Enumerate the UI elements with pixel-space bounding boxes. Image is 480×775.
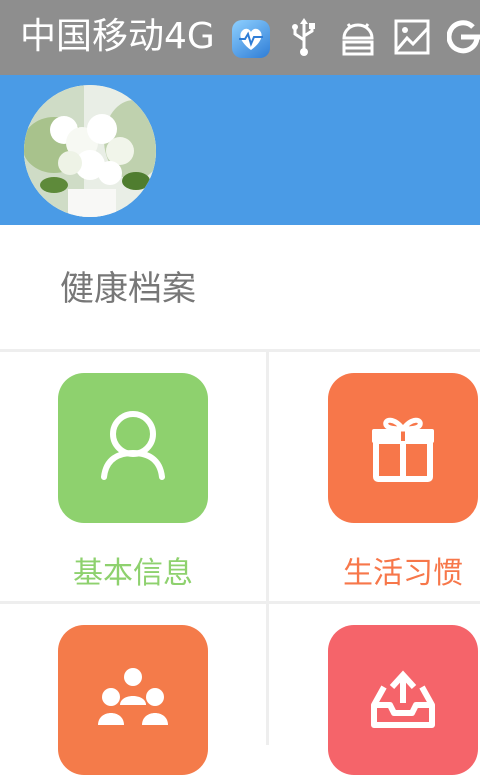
flower-avatar-image [24, 85, 156, 217]
profile-header [0, 75, 480, 225]
status-bar: 中国移动4G [0, 0, 480, 75]
usb-icon [290, 18, 318, 62]
person-icon [101, 411, 165, 480]
image-icon [393, 18, 431, 60]
upload-tile[interactable] [328, 625, 478, 775]
grid-divider-column-2 [266, 604, 269, 745]
avatar[interactable] [24, 85, 156, 217]
section-title: 健康档案 [60, 269, 196, 309]
grid-divider-middle [0, 601, 480, 604]
basic-info-tile[interactable] [58, 373, 208, 523]
lifestyle-tile[interactable] [328, 373, 478, 523]
lifestyle-label: 生活习惯 [343, 556, 463, 591]
health-app-icon [232, 20, 270, 58]
family-tile[interactable] [58, 625, 208, 775]
android-debug-icon [338, 18, 378, 62]
upload-tray-icon [371, 670, 435, 728]
carrier-name: 中国移动4G [20, 16, 215, 57]
gift-icon [372, 417, 434, 482]
family-icon [98, 668, 168, 725]
basic-info-label: 基本信息 [73, 556, 193, 591]
grid-divider-top [0, 349, 480, 352]
sync-icon [446, 18, 480, 60]
